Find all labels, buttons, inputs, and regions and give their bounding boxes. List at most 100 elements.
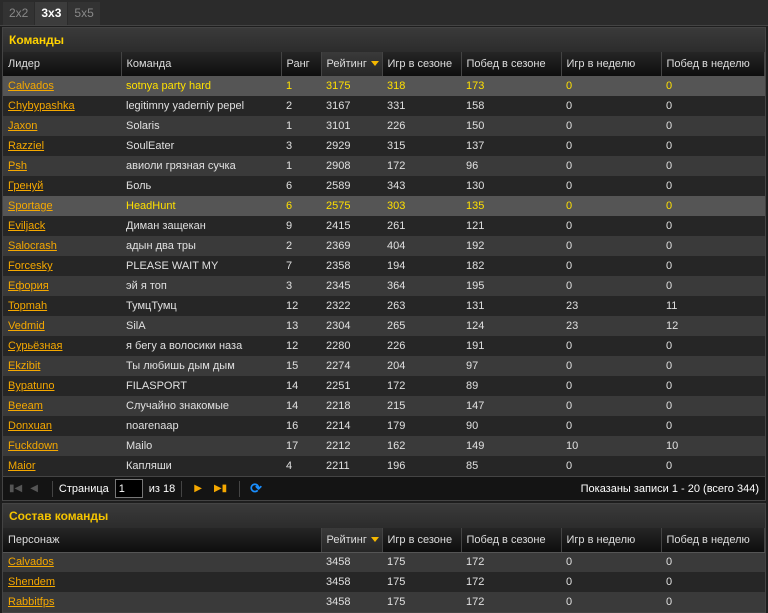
teams-table: Лидер Команда Ранг Рейтинг Игр в сезоне Побед… [3, 52, 765, 476]
table-row[interactable]: Shendem 3458 175 172 0 0 [3, 572, 765, 592]
column-header[interactable]: Лидер [3, 52, 122, 77]
table-row[interactable]: Psh авиоли грязная сучка 1 2908 172 96 0 0 [3, 156, 765, 176]
table-row[interactable]: Jaxon Solaris 1 3101 226 150 0 0 [3, 116, 765, 136]
table-cell: 0 [561, 336, 661, 356]
table-row[interactable]: Rabbitfps 3458 175 172 0 0 [3, 592, 765, 612]
table-cell: HeadHunt [121, 196, 281, 216]
player-link[interactable]: Сурьёзная [8, 340, 62, 352]
teams-panel: Команды Лидер Команда Ранг Рейтинг Игр в сез… [2, 27, 766, 501]
table-cell: Beeam [3, 396, 121, 416]
player-link[interactable]: Calvados [8, 556, 54, 568]
page-input[interactable] [114, 479, 143, 498]
tab-3x3[interactable]: 3x3 [35, 2, 68, 25]
table-row[interactable]: Eviljack Диман защекан 9 2415 261 121 0 0 [3, 216, 765, 236]
player-link[interactable]: Chybypashka [8, 100, 75, 112]
table-cell: Razziel [3, 136, 121, 156]
player-link[interactable]: Bypatuno [8, 380, 54, 392]
table-row[interactable]: Bypatuno FILASPORT 14 2251 172 89 0 0 [3, 376, 765, 396]
player-link[interactable]: Maior [8, 460, 36, 472]
table-row[interactable]: Topmah ТумцТумц 12 2322 263 131 23 11 [3, 296, 765, 316]
table-row[interactable]: Calvados 3458 175 172 0 0 [3, 552, 765, 572]
player-link[interactable]: Forcesky [8, 260, 53, 272]
table-row[interactable]: Forcesky PLEASE WAIT MY 7 2358 194 182 0 0 [3, 256, 765, 276]
first-page-icon[interactable]: ▮◀ [9, 483, 22, 494]
tab-5x5[interactable]: 5x5 [68, 2, 100, 25]
table-row[interactable]: Calvados sotnya party hard 1 3175 318 173 0 0 [3, 76, 765, 96]
table-cell: 0 [561, 356, 661, 376]
table-cell: 0 [561, 592, 661, 612]
table-row[interactable]: Fuckdown Mailo 17 2212 162 149 10 10 [3, 436, 765, 456]
table-row[interactable]: Ефория эй я топ 3 2345 364 195 0 0 [3, 276, 765, 296]
column-header[interactable]: Побед в сезоне [461, 528, 562, 553]
column-header[interactable]: Персонаж [3, 528, 322, 553]
player-link[interactable]: Гренуй [8, 180, 43, 192]
column-header[interactable]: Рейтинг [321, 528, 383, 553]
table-cell: Topmah [3, 296, 121, 316]
table-row[interactable]: Maior Капляши 4 2211 196 85 0 0 [3, 456, 765, 476]
table-cell: Fuckdown [3, 436, 121, 456]
table-row[interactable]: Ekzibit Ты любишь дым дым 15 2274 204 97 0 0 [3, 356, 765, 376]
table-cell: 0 [661, 76, 765, 96]
table-cell: 2345 [321, 276, 382, 296]
last-page-icon[interactable]: ▶▮ [214, 483, 227, 494]
player-link[interactable]: Ефория [8, 280, 49, 292]
table-row[interactable]: Chybypashka legitimny yaderniy pepel 2 3167… [3, 96, 765, 116]
table-cell: 0 [661, 572, 765, 592]
refresh-icon[interactable]: ⟳ [250, 480, 262, 497]
player-link[interactable]: Topmah [8, 300, 47, 312]
player-link[interactable]: Psh [8, 160, 27, 172]
table-row[interactable]: Vedmid SilA 13 2304 265 124 23 12 [3, 316, 765, 336]
table-row[interactable]: Сурьёзная я бегу а волосики наза 12 2280 226… [3, 336, 765, 356]
table-cell: 172 [461, 592, 561, 612]
table-cell: 2280 [321, 336, 382, 356]
table-row[interactable]: Razziel SoulEater 3 2929 315 137 0 0 [3, 136, 765, 156]
player-link[interactable]: Beeam [8, 400, 43, 412]
table-cell: 2589 [321, 176, 382, 196]
player-link[interactable]: Eviljack [8, 220, 45, 232]
prev-page-icon[interactable]: ◀ [30, 483, 38, 494]
column-header[interactable]: Игр в сезоне [382, 52, 462, 77]
player-link[interactable]: Donxuan [8, 420, 52, 432]
table-cell: 3 [281, 276, 321, 296]
player-link[interactable]: Razziel [8, 140, 44, 152]
player-link[interactable]: Calvados [8, 80, 54, 92]
table-cell: 149 [461, 436, 561, 456]
table-cell: 0 [661, 552, 765, 572]
table-cell: Rabbitfps [3, 592, 321, 612]
column-header[interactable]: Побед в неделю [661, 52, 765, 77]
table-cell: 130 [461, 176, 561, 196]
tab-2x2[interactable]: 2x2 [3, 2, 35, 25]
table-cell: Случайно знакомые [121, 396, 281, 416]
player-link[interactable]: Sportage [8, 200, 53, 212]
player-link[interactable]: Shendem [8, 576, 55, 588]
table-row[interactable]: Sportage HeadHunt 6 2575 303 135 0 0 [3, 196, 765, 216]
player-link[interactable]: Jaxon [8, 120, 37, 132]
column-header[interactable]: Игр в неделю [561, 52, 662, 77]
column-header[interactable]: Побед в сезоне [461, 52, 562, 77]
column-header[interactable]: Рейтинг [321, 52, 383, 77]
table-cell: 179 [382, 416, 461, 436]
player-link[interactable]: Fuckdown [8, 440, 58, 452]
table-row[interactable]: Salocrash адын два тры 2 2369 404 192 0 0 [3, 236, 765, 256]
next-page-icon[interactable]: ▶ [194, 483, 202, 494]
table-cell: Chybypashka [3, 96, 121, 116]
table-row[interactable]: Donxuan noarenaap 16 2214 179 90 0 0 [3, 416, 765, 436]
column-header[interactable]: Игр в сезоне [382, 528, 462, 553]
table-cell: Гренуй [3, 176, 121, 196]
table-cell: 10 [561, 436, 661, 456]
table-cell: 173 [461, 76, 561, 96]
column-header[interactable]: Побед в неделю [661, 528, 765, 553]
player-link[interactable]: Salocrash [8, 240, 57, 252]
table-cell: 150 [461, 116, 561, 136]
player-link[interactable]: Ekzibit [8, 360, 40, 372]
player-link[interactable]: Rabbitfps [8, 596, 54, 608]
column-header[interactable]: Ранг [281, 52, 322, 77]
table-cell: 2211 [321, 456, 382, 476]
table-cell: 0 [661, 592, 765, 612]
column-header[interactable]: Игр в неделю [561, 528, 662, 553]
table-row[interactable]: Гренуй Боль 6 2589 343 130 0 0 [3, 176, 765, 196]
column-header[interactable]: Команда [121, 52, 282, 77]
player-link[interactable]: Vedmid [8, 320, 45, 332]
table-cell: 0 [561, 276, 661, 296]
table-row[interactable]: Beeam Случайно знакомые 14 2218 215 147 0 0 [3, 396, 765, 416]
